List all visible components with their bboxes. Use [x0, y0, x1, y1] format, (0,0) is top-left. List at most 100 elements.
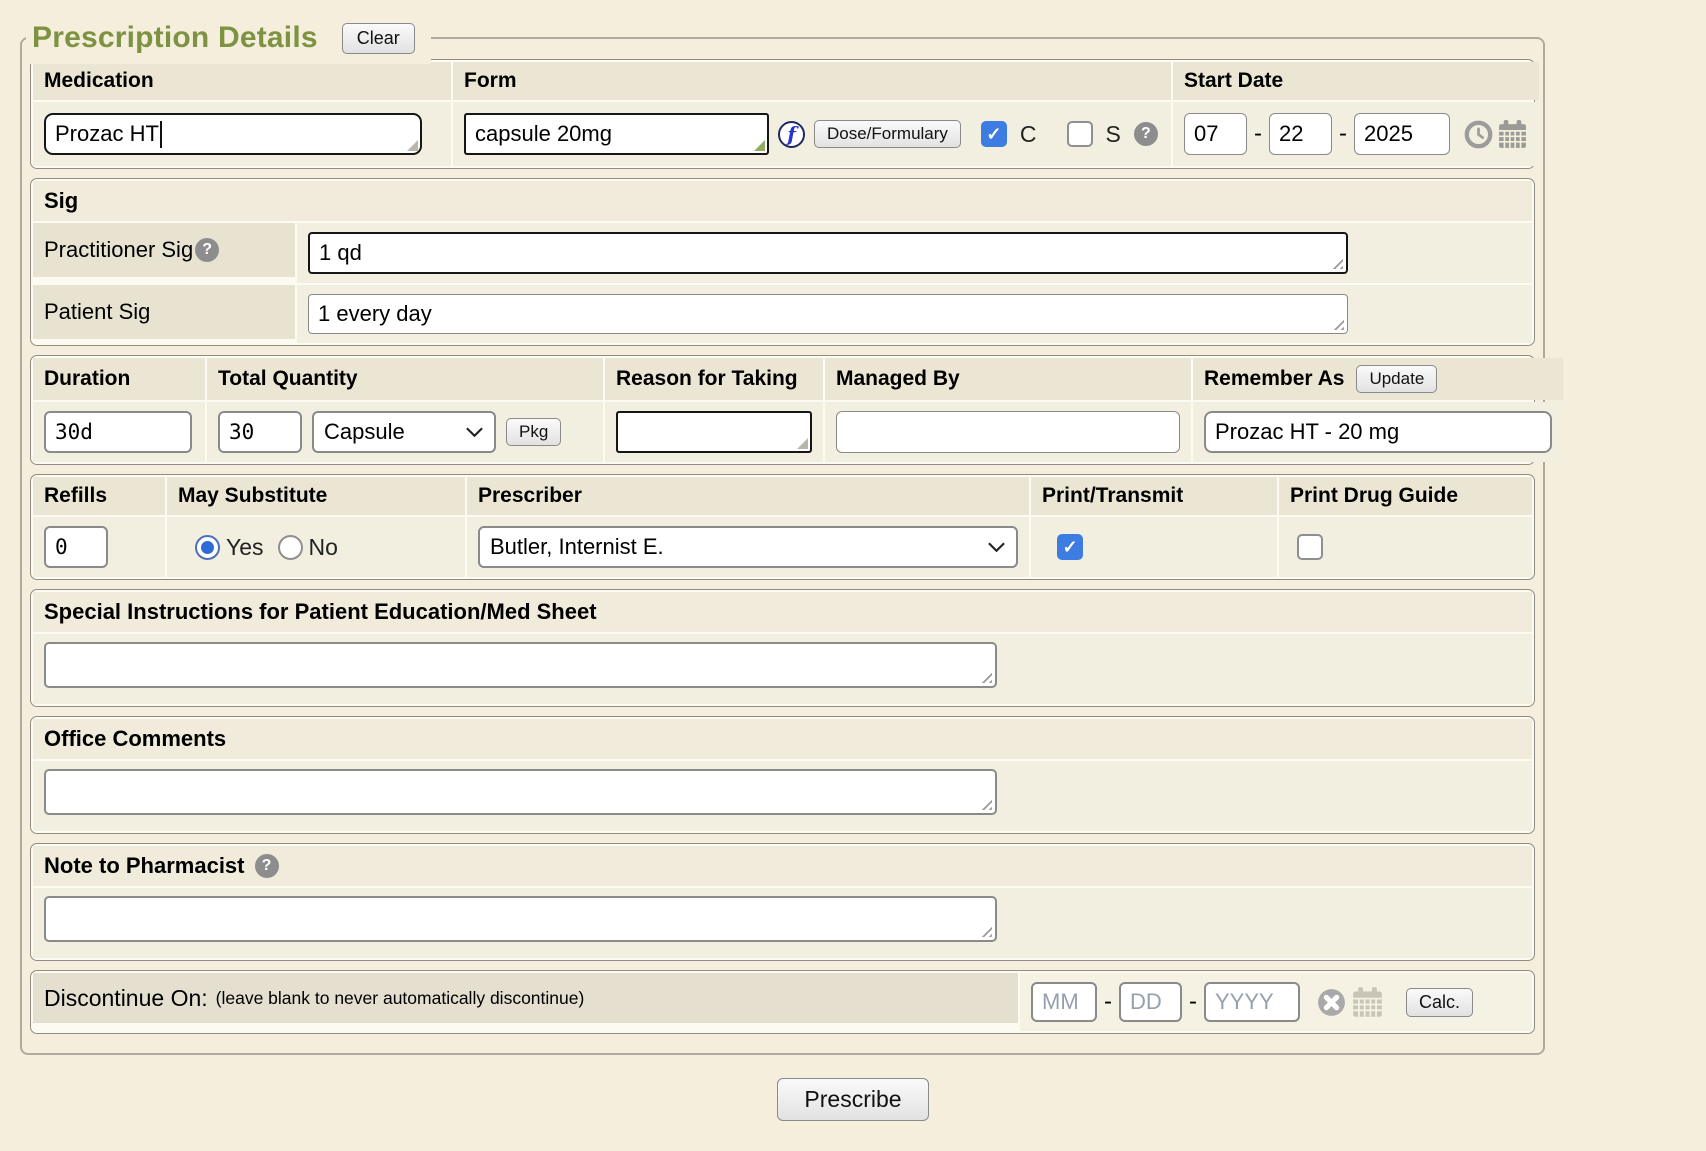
s-checkbox[interactable]: ✓ [1067, 121, 1093, 147]
remember-as-input[interactable]: Prozac HT - 20 mg [1204, 411, 1552, 453]
clear-date-icon[interactable] [1316, 987, 1347, 1018]
managed-by-header: Managed By [825, 358, 1191, 400]
may-substitute-header: May Substitute [167, 477, 465, 515]
reason-input[interactable] [616, 411, 812, 453]
discontinue-controls-cell: MM - DD - YYYY Calc. [1020, 973, 1532, 1031]
refills-cell: 0 [33, 517, 165, 577]
special-instructions-textarea[interactable] [44, 642, 997, 688]
substitute-yes-label: Yes [226, 534, 264, 561]
print-drug-guide-checkbox[interactable]: ✓ [1297, 534, 1323, 560]
update-button[interactable]: Update [1356, 365, 1437, 393]
patient-sig-input[interactable]: 1 every day [308, 294, 1348, 334]
resize-handle[interactable] [978, 923, 992, 937]
medication-header: Medication [33, 62, 451, 100]
clear-button[interactable]: Clear [342, 23, 415, 54]
resize-handle[interactable] [978, 669, 992, 683]
office-comments-cell [33, 761, 1532, 831]
practitioner-sig-help-icon[interactable]: ? [195, 238, 219, 262]
discontinue-calendar-icon[interactable] [1351, 986, 1384, 1019]
pharmacist-note-help-icon[interactable]: ? [255, 854, 279, 878]
practitioner-sig-input[interactable]: 1 qd [308, 232, 1348, 274]
discontinue-label-cell: Discontinue On: (leave blank to never au… [33, 973, 1018, 1023]
start-day-input[interactable]: 22 [1269, 113, 1332, 155]
form-cell: capsule 20mg f Dose/Formulary ✓ C ✓ S ? [453, 102, 1171, 166]
start-date-cell: 07 - 22 - 2025 [1173, 102, 1539, 166]
remember-as-cell: Prozac HT - 20 mg [1193, 402, 1563, 462]
note-to-pharmacist-header: Note to Pharmacist ? [33, 846, 1532, 886]
quantity-input[interactable]: 30 [218, 411, 302, 453]
start-year-input[interactable]: 2025 [1354, 113, 1450, 155]
refills-input[interactable]: 0 [44, 526, 108, 568]
medication-section: Medication Form Start Date Prozac HT cap… [30, 59, 1535, 169]
reason-cell [605, 402, 823, 462]
pkg-button[interactable]: Pkg [506, 418, 561, 446]
start-date-calendar-icon[interactable] [1497, 119, 1528, 150]
form-header: Form [453, 62, 1171, 100]
special-instructions-cell [33, 634, 1532, 704]
resize-handle[interactable] [1330, 316, 1344, 330]
duration-section: Duration Total Quantity Reason for Takin… [30, 355, 1535, 465]
quantity-header: Total Quantity [207, 358, 603, 400]
cs-help-icon[interactable]: ? [1134, 122, 1158, 146]
unit-select[interactable]: Capsule [312, 411, 496, 453]
office-comments-textarea[interactable] [44, 769, 997, 815]
duration-cell: 30d [33, 402, 205, 462]
resize-handle[interactable] [797, 438, 808, 449]
calc-button[interactable]: Calc. [1406, 988, 1473, 1017]
prescriber-select[interactable]: Butler, Internist E. [478, 526, 1018, 568]
panel-legend: Prescription Details Clear [26, 12, 431, 64]
resize-handle[interactable] [978, 796, 992, 810]
discontinue-label: Discontinue On: [44, 985, 208, 1012]
substitute-no-label: No [309, 534, 338, 561]
print-transmit-cell: ✓ [1031, 517, 1277, 577]
print-transmit-header: Print/Transmit [1031, 477, 1277, 515]
c-checkbox-label: C [1020, 121, 1037, 148]
office-comments-header: Office Comments [33, 719, 1532, 759]
managed-by-cell [825, 402, 1191, 462]
substitute-no-radio[interactable] [278, 535, 303, 560]
refills-header: Refills [33, 477, 165, 515]
discontinue-section: Discontinue On: (leave blank to never au… [30, 970, 1535, 1034]
refills-section: Refills May Substitute Prescriber Print/… [30, 474, 1535, 580]
print-drug-guide-cell: ✓ [1279, 517, 1532, 577]
reason-header: Reason for Taking [605, 358, 823, 400]
text-caret [160, 121, 162, 148]
office-comments-section: Office Comments [30, 716, 1535, 834]
medication-input[interactable]: Prozac HT [44, 113, 422, 155]
note-to-pharmacist-cell [33, 888, 1532, 958]
date-separator: - [1189, 988, 1197, 1016]
substitute-yes-radio[interactable] [195, 535, 220, 560]
prescribe-button[interactable]: Prescribe [777, 1078, 928, 1121]
practitioner-sig-cell: 1 qd [297, 223, 1532, 283]
prescription-details-panel: Prescription Details Clear Medication Fo… [20, 37, 1545, 1055]
resize-handle[interactable] [1329, 255, 1343, 269]
print-drug-guide-header: Print Drug Guide [1279, 477, 1532, 515]
patient-sig-label: Patient Sig [33, 285, 295, 339]
discontinue-month-input[interactable]: MM [1031, 982, 1097, 1022]
c-checkbox[interactable]: ✓ [981, 121, 1007, 147]
resize-handle[interactable] [407, 140, 418, 151]
resize-handle[interactable] [754, 140, 765, 151]
discontinue-year-input[interactable]: YYYY [1204, 982, 1300, 1022]
duration-header: Duration [33, 358, 205, 400]
form-input[interactable]: capsule 20mg [464, 113, 769, 155]
practitioner-sig-label: Practitioner Sig? [33, 223, 295, 277]
prescribe-row: Prescribe [0, 1078, 1706, 1121]
start-date-header: Start Date [1173, 62, 1539, 100]
time-clock-icon[interactable] [1464, 120, 1493, 149]
sig-section: Sig Practitioner Sig? 1 qd Patient Sig 1… [30, 178, 1535, 346]
discontinue-day-input[interactable]: DD [1119, 982, 1182, 1022]
start-month-input[interactable]: 07 [1184, 113, 1247, 155]
note-to-pharmacist-textarea[interactable] [44, 896, 997, 942]
print-transmit-checkbox[interactable]: ✓ [1057, 534, 1083, 560]
duration-input[interactable]: 30d [44, 411, 192, 453]
dose-formulary-button[interactable]: Dose/Formulary [814, 120, 961, 148]
formulary-icon[interactable]: f [778, 121, 805, 148]
medication-cell: Prozac HT [33, 102, 451, 166]
quantity-cell: 30 Capsule Pkg [207, 402, 603, 462]
date-separator: - [1104, 988, 1112, 1016]
managed-by-input[interactable] [836, 411, 1180, 453]
special-instructions-section: Special Instructions for Patient Educati… [30, 589, 1535, 707]
prescriber-header: Prescriber [467, 477, 1029, 515]
page-title: Prescription Details [32, 21, 318, 55]
